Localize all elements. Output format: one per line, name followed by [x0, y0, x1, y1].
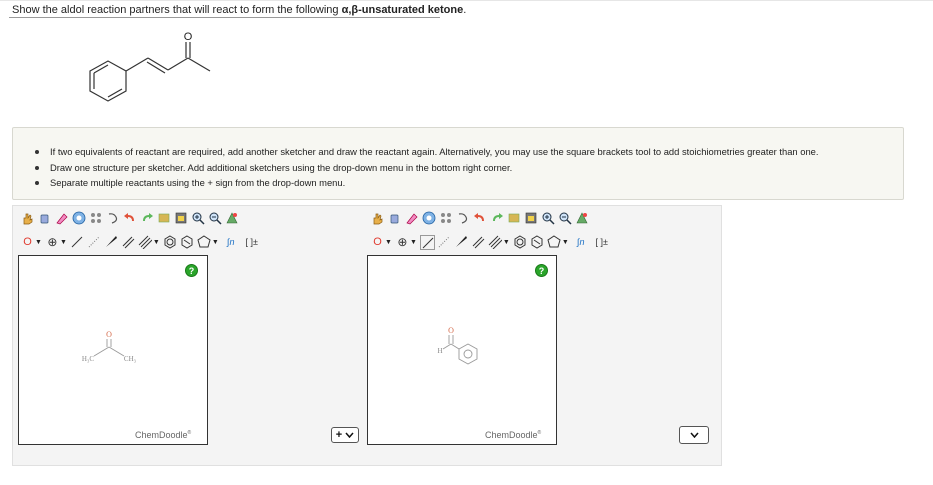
- zoom-out-icon[interactable]: [207, 211, 222, 226]
- ring-template-icon[interactable]: [71, 211, 86, 226]
- sn-bracket-button[interactable]: ∫n: [222, 235, 240, 250]
- oxygen-label: O: [448, 326, 454, 335]
- brand-mark: ®: [187, 430, 192, 436]
- separator-select[interactable]: +: [331, 427, 359, 443]
- charge-button[interactable]: ⊕: [45, 235, 60, 250]
- template-alt-icon[interactable]: [455, 211, 470, 226]
- paste-icon[interactable]: [173, 211, 188, 226]
- clean-icon[interactable]: [224, 211, 239, 226]
- lasso-icon[interactable]: [387, 211, 402, 226]
- lasso-icon[interactable]: [37, 211, 52, 226]
- copy-icon[interactable]: [156, 211, 171, 226]
- brand-text: ChemDoodle: [485, 430, 538, 440]
- benzene-ring-icon[interactable]: [513, 235, 528, 250]
- chevron-down-icon[interactable]: ▼: [503, 239, 510, 246]
- eraser-icon[interactable]: [404, 211, 419, 226]
- single-bond-icon[interactable]: [419, 234, 435, 250]
- zoom-in-icon[interactable]: [540, 211, 555, 226]
- stoichiometry-bracket-button[interactable]: [ ]±: [242, 235, 262, 250]
- instruction-item: Draw one structure per sketcher. Add add…: [35, 160, 819, 176]
- paste-icon[interactable]: [523, 211, 538, 226]
- sketcher-2-toolbar-top: [370, 209, 591, 227]
- triple-bond-icon[interactable]: [138, 235, 153, 250]
- chemdoodle-brand: ChemDoodle®: [485, 430, 541, 440]
- double-bond-icon[interactable]: [471, 235, 486, 250]
- hexane-ring-icon[interactable]: [530, 235, 545, 250]
- atom-label-button[interactable]: O: [370, 235, 385, 250]
- template-icon[interactable]: [438, 211, 453, 226]
- pentagon-ring-icon[interactable]: [197, 235, 212, 250]
- triple-bond-icon[interactable]: [488, 235, 503, 250]
- undo-icon[interactable]: [472, 211, 487, 226]
- add-sketcher-select[interactable]: [679, 426, 709, 444]
- chevron-down-icon[interactable]: ▼: [35, 239, 42, 246]
- methyl-left-label: H₃C: [82, 355, 94, 363]
- sketcher-2-toolbar-bottom: O ▼ ⊕ ▼ ▼ ▼ ∫n [ ]±: [370, 233, 614, 251]
- instructions-panel: If two equivalents of reactant are requi…: [12, 127, 904, 200]
- chevron-down-icon: [345, 432, 354, 438]
- redo-icon[interactable]: [489, 211, 504, 226]
- eraser-icon[interactable]: [54, 211, 69, 226]
- redo-icon[interactable]: [139, 211, 154, 226]
- methyl-right-label: CH₃: [124, 355, 137, 363]
- hydrogen-label: H: [437, 347, 442, 355]
- hexane-ring-icon[interactable]: [180, 235, 195, 250]
- zoom-out-icon[interactable]: [557, 211, 572, 226]
- brand-text: ChemDoodle: [135, 430, 188, 440]
- atom-label-button[interactable]: O: [20, 235, 35, 250]
- oxygen-label: O: [106, 330, 112, 339]
- stoichiometry-bracket-button[interactable]: [ ]±: [592, 235, 612, 250]
- clean-icon[interactable]: [574, 211, 589, 226]
- chemdoodle-brand: ChemDoodle®: [135, 430, 191, 440]
- instruction-item: If two equivalents of reactant are requi…: [35, 144, 819, 160]
- separator-value: +: [335, 429, 343, 441]
- hand-icon[interactable]: [370, 211, 385, 226]
- wedge-bond-icon[interactable]: [454, 235, 469, 250]
- chevron-down-icon[interactable]: ▼: [153, 239, 160, 246]
- sketcher-1-molecule: O H₃C CH₃: [82, 330, 137, 363]
- target-oxygen-label: O: [184, 31, 193, 43]
- sketcher-1-toolbar-bottom: O ▼ ⊕ ▼ ▼ ▼ ∫n [ ]±: [20, 233, 264, 251]
- hash-bond-icon[interactable]: [437, 235, 452, 250]
- benzene-ring-icon[interactable]: [163, 235, 178, 250]
- template-icon[interactable]: [88, 211, 103, 226]
- pentagon-ring-icon[interactable]: [547, 235, 562, 250]
- chevron-down-icon[interactable]: ▼: [385, 239, 392, 246]
- sketcher-1-toolbar-top: [20, 209, 241, 227]
- ring-template-icon[interactable]: [421, 211, 436, 226]
- chevron-down-icon[interactable]: ▼: [60, 239, 67, 246]
- single-bond-icon[interactable]: [70, 235, 85, 250]
- wedge-bond-icon[interactable]: [104, 235, 119, 250]
- template-alt-icon[interactable]: [105, 211, 120, 226]
- hash-bond-icon[interactable]: [87, 235, 102, 250]
- chevron-down-icon[interactable]: ▼: [212, 239, 219, 246]
- sketcher-2-molecule: O H: [437, 326, 478, 365]
- chevron-down-icon: [689, 432, 699, 438]
- sn-bracket-button[interactable]: ∫n: [572, 235, 590, 250]
- chevron-down-icon[interactable]: ▼: [410, 239, 417, 246]
- target-molecule: O: [89, 31, 211, 102]
- hand-icon[interactable]: [20, 211, 35, 226]
- instruction-item: Separate multiple reactants using the + …: [35, 175, 819, 191]
- double-bond-icon[interactable]: [121, 235, 136, 250]
- chevron-down-icon[interactable]: ▼: [562, 239, 569, 246]
- copy-icon[interactable]: [506, 211, 521, 226]
- zoom-in-icon[interactable]: [190, 211, 205, 226]
- charge-button[interactable]: ⊕: [395, 235, 410, 250]
- undo-icon[interactable]: [122, 211, 137, 226]
- brand-mark: ®: [537, 430, 542, 436]
